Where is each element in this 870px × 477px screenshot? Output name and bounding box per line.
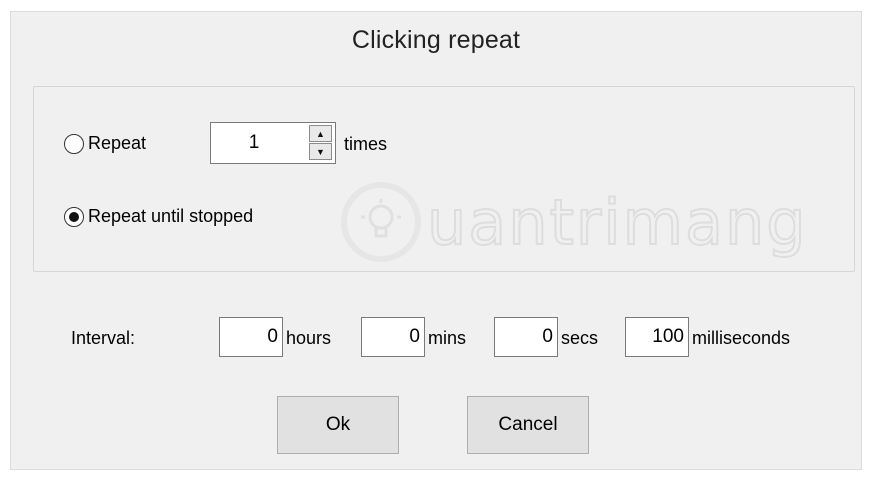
clicking-repeat-dialog: Clicking repeat Repeat 1 ▲ ▼ times Repea… bbox=[10, 11, 862, 470]
mins-label: mins bbox=[428, 328, 467, 348]
mins-input[interactable]: 0 bbox=[361, 317, 425, 357]
milliseconds-label: milliseconds bbox=[692, 328, 791, 348]
repeat-until-stopped-label: Repeat until stopped bbox=[88, 206, 254, 226]
repeat-times-option[interactable]: Repeat bbox=[64, 133, 146, 154]
times-label: times bbox=[344, 134, 388, 154]
milliseconds-input[interactable]: 100 bbox=[625, 317, 689, 357]
dialog-title: Clicking repeat bbox=[351, 26, 521, 54]
cancel-button[interactable]: Cancel bbox=[467, 396, 589, 454]
repeat-count-stepper[interactable]: 1 ▲ ▼ bbox=[210, 122, 336, 164]
spin-down-arrow-icon[interactable]: ▼ bbox=[309, 143, 332, 160]
repeat-times-label: Repeat bbox=[88, 133, 147, 153]
hours-input[interactable]: 0 bbox=[219, 317, 283, 357]
repeat-times-radio[interactable] bbox=[64, 133, 84, 154]
hours-label: hours bbox=[286, 328, 332, 348]
secs-label: secs bbox=[561, 328, 599, 348]
dialog-title-bar: Clicking repeat bbox=[11, 12, 861, 69]
repeat-options-group: Repeat 1 ▲ ▼ times Repeat until stopped bbox=[33, 86, 855, 272]
repeat-count-input[interactable]: 1 bbox=[211, 123, 297, 163]
repeat-until-stopped-option[interactable]: Repeat until stopped bbox=[64, 206, 253, 227]
repeat-until-stopped-radio[interactable] bbox=[64, 206, 84, 227]
interval-label: Interval: bbox=[71, 328, 136, 348]
secs-input[interactable]: 0 bbox=[494, 317, 558, 357]
ok-button[interactable]: Ok bbox=[277, 396, 399, 454]
spin-up-arrow-icon[interactable]: ▲ bbox=[309, 125, 332, 142]
